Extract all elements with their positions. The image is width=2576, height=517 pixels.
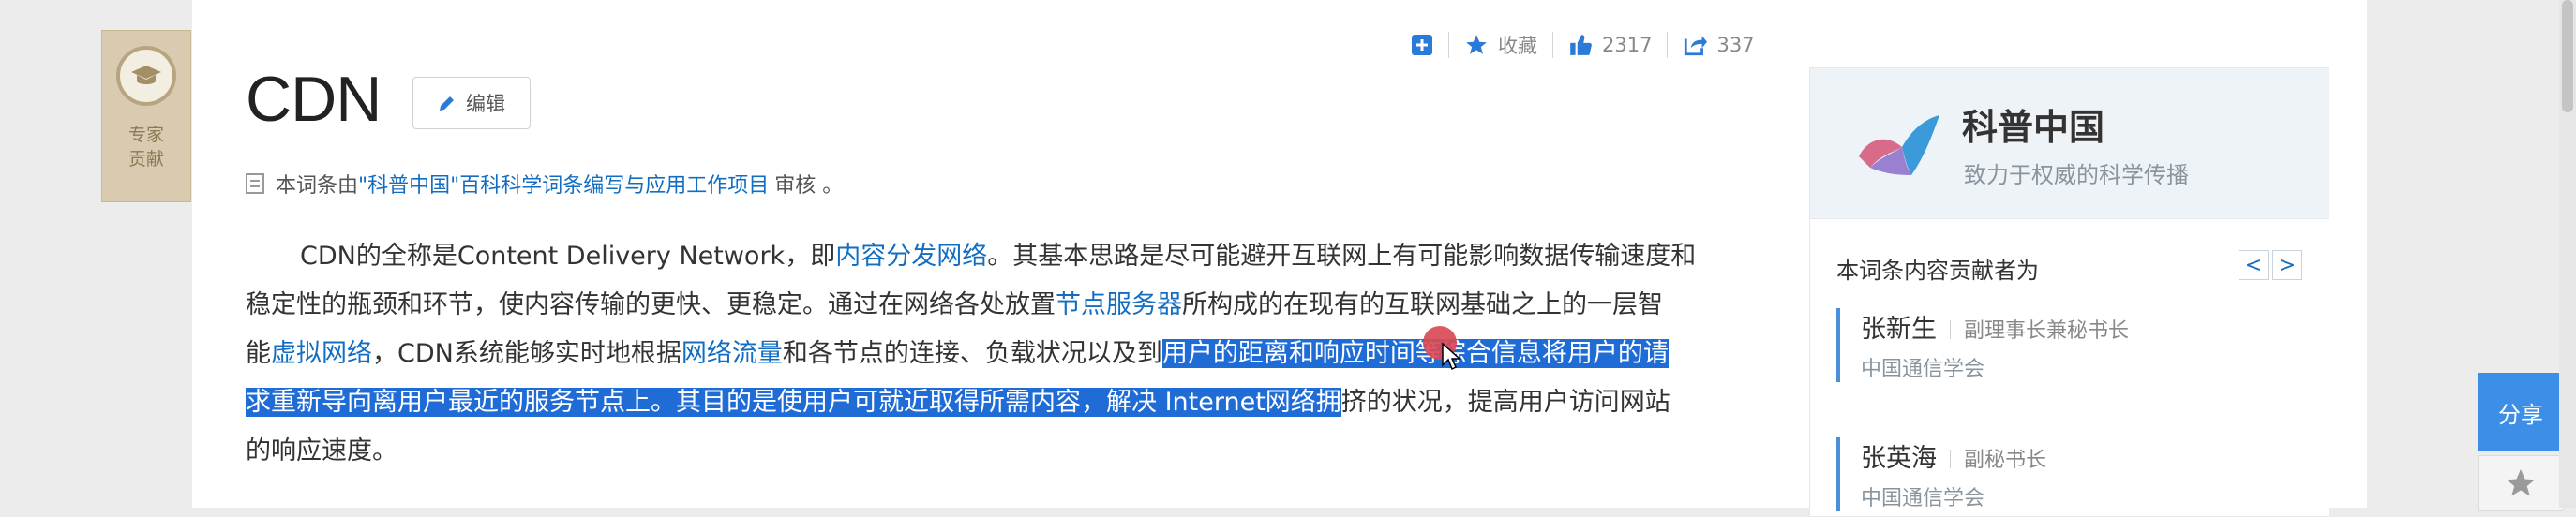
paragraph-line: 稳定性的瓶颈和环节，使内容传输的更快、更稳定。通过在网络各处放置节点服务器所构成… (246, 281, 1745, 330)
expert-contribution-badge[interactable]: 专家 贡献 (101, 30, 191, 202)
share-arrow-icon (1685, 36, 1708, 56)
text-segment: 能 (246, 339, 271, 368)
page-scrollbar[interactable] (2559, 0, 2576, 508)
text-segment: 和各节点的连接、负载状况以及到 (782, 339, 1162, 368)
text-segment: ，CDN系统能够实时地根据 (372, 339, 681, 368)
plus-square-icon (1412, 35, 1432, 55)
paragraph-line: CDN的全称是Content Delivery Network，即内容分发网络。… (246, 232, 1745, 281)
page-title: CDN (246, 64, 382, 135)
text-segment: 。其基本思路是尽可能避开互联网上有可能影响数据传输速度和 (987, 242, 1697, 271)
badge-label-line1: 专家 (127, 125, 164, 145)
paragraph-line: 求重新导向离用户最近的服务节点上。其目的是使用户可就近取得所需内容，解决 Int… (246, 378, 1745, 427)
share-count: 337 (1716, 34, 1755, 56)
kepu-brand-card[interactable]: 科普中国 致力于权威的科学传播 (1810, 68, 2329, 219)
paragraph-line: 的响应速度。 (246, 427, 1745, 476)
article-toolbar: 收藏 2317 337 (1411, 26, 1755, 64)
brand-name: 科普中国 (1962, 107, 2105, 148)
collect-button[interactable]: 收藏 (1464, 31, 1537, 59)
floating-favorite-button[interactable] (2478, 455, 2564, 511)
contributor-role: 副理事长兼秘书长 (1964, 319, 2130, 343)
edit-label: 编辑 (466, 93, 505, 115)
review-suffix: 审核 。 (774, 174, 844, 198)
document-icon (246, 173, 264, 194)
star-icon (2507, 469, 2535, 496)
contributors-heading: 本词条内容贡献者为 (1836, 258, 2039, 284)
like-count: 2317 (1602, 34, 1653, 56)
contributor-org: 中国通信学会 (1861, 487, 1985, 510)
pager-next-button[interactable]: > (2272, 250, 2302, 280)
text-segment: 挤的状况，提高用户访问网站 (1340, 388, 1670, 417)
contributor-name: 张英海 (1861, 444, 1937, 473)
link-content-delivery-network[interactable]: 内容分发网络 (835, 242, 987, 271)
link-virtual-network[interactable]: 虚拟网络 (271, 339, 372, 368)
edit-button[interactable]: 编辑 (412, 77, 531, 129)
like-button[interactable]: 2317 (1568, 33, 1652, 57)
thumbs-up-icon (1570, 35, 1592, 55)
pager-prev-button[interactable]: < (2239, 250, 2269, 280)
star-icon (1466, 35, 1487, 54)
contributor-item[interactable]: 张新生 副理事长兼秘书长 中国通信学会 (1836, 308, 2329, 382)
contributor-item[interactable]: 张英海 副秘书长 中国通信学会 (1836, 437, 2329, 511)
contributor-org: 中国通信学会 (1861, 358, 1985, 381)
text-segment: 所构成的在现有的互联网基础之上的一层智 (1182, 290, 1663, 319)
review-prefix: 本词条由 (276, 174, 359, 198)
review-project-link[interactable]: "科普中国"百科科学词条编写与应用工作项目 (358, 169, 769, 199)
selected-text[interactable]: 用户的距离和响应时间等综合信息将用户的请 (1161, 339, 1669, 368)
article-paragraph: CDN的全称是Content Delivery Network，即内容分发网络。… (246, 232, 1745, 476)
review-notice: 本词条由 "科普中国"百科科学词条编写与应用工作项目 审核 。 (246, 169, 843, 199)
contributor-name: 张新生 (1861, 315, 1937, 344)
contributors-pager: < > (2239, 250, 2302, 280)
selected-text[interactable]: 求重新导向离用户最近的服务节点上。其目的是使用户可就近取得所需内容，解决 Int… (246, 388, 1341, 417)
brand-slogan: 致力于权威的科学传播 (1964, 162, 2189, 188)
text-segment: 的响应速度。 (246, 436, 397, 465)
contributor-sidebar: 科普中国 致力于权威的科学传播 本词条内容贡献者为 < > 张新生 副理事长兼秘书… (1809, 67, 2329, 517)
kepu-china-logo-icon (1859, 115, 1939, 175)
add-button[interactable] (1411, 34, 1433, 56)
mortarboard-medal-icon (116, 46, 176, 106)
scrollbar-thumb[interactable] (2562, 0, 2573, 112)
contributor-role: 副秘书长 (1964, 449, 2047, 472)
pencil-icon (440, 96, 454, 111)
floating-share-button[interactable]: 分享 (2478, 373, 2564, 451)
text-segment: 稳定性的瓶颈和环节，使内容传输的更快、更稳定。通过在网络各处放置 (246, 290, 1056, 319)
text-segment: CDN的全称是Content Delivery Network，即 (300, 242, 836, 271)
paragraph-line: 能虚拟网络，CDN系统能够实时地根据网络流量和各节点的连接、负载状况以及到用户的… (246, 330, 1745, 378)
collect-label: 收藏 (1498, 35, 1537, 57)
mouse-pointer-icon (1442, 343, 1461, 371)
badge-label-line2: 贡献 (127, 149, 164, 170)
link-node-server[interactable]: 节点服务器 (1056, 290, 1182, 319)
share-count-button[interactable]: 337 (1683, 33, 1755, 57)
link-network-traffic[interactable]: 网络流量 (681, 339, 783, 368)
